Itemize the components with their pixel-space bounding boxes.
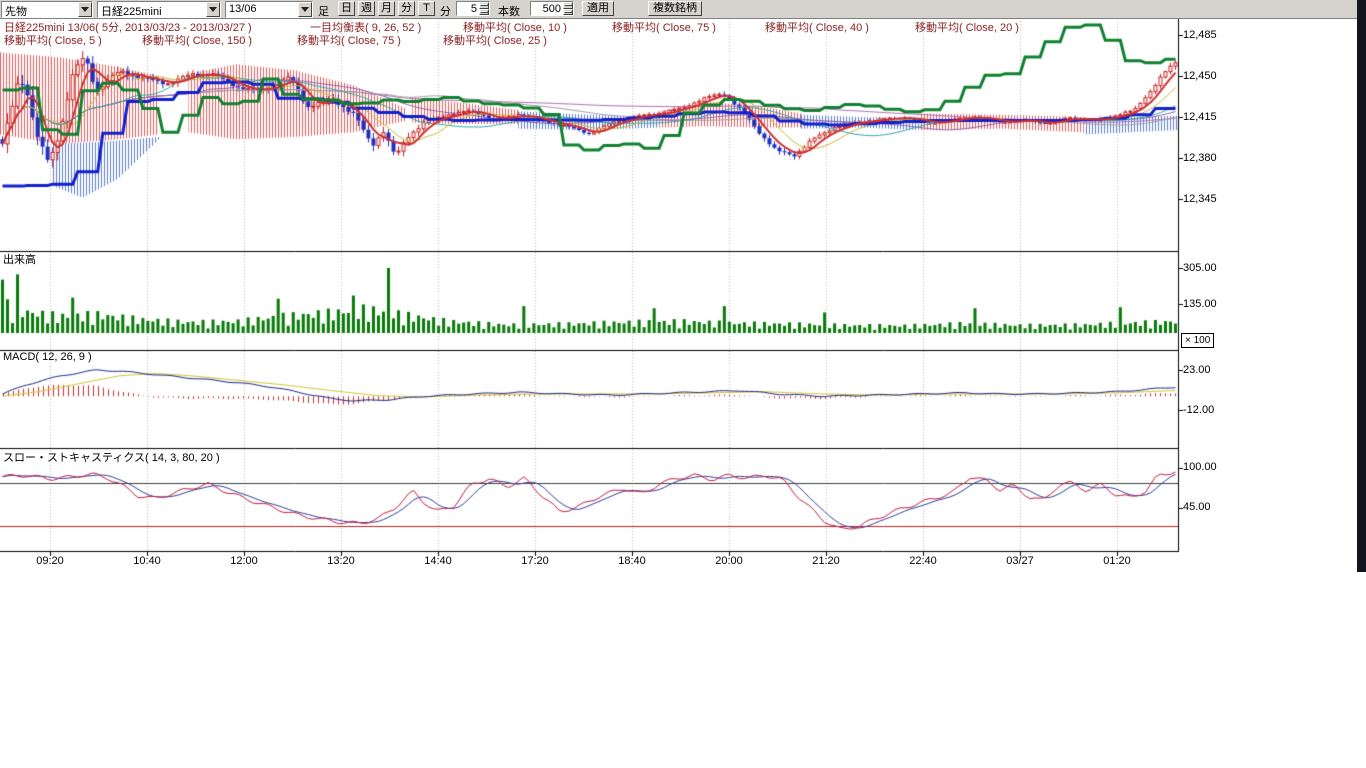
volume-axis-label: 305.00 — [1183, 262, 1217, 274]
price-axis-label: 12,415 — [1183, 111, 1217, 123]
price-axis-label: 12,450 — [1183, 70, 1217, 82]
vertical-scrollbar[interactable] — [1357, 0, 1366, 572]
chevron-down-icon[interactable] — [298, 2, 312, 17]
contract-month-value: 13/06 — [229, 3, 257, 15]
time-axis-label: 14:40 — [418, 555, 458, 567]
bar-count-spinner[interactable]: 500 — [530, 1, 574, 16]
spinner-down-icon[interactable] — [479, 9, 489, 16]
minute-count-value: 5 — [471, 3, 477, 15]
timeframe-month-button[interactable]: 月 — [378, 1, 395, 16]
time-axis-label: 01:20 — [1097, 555, 1137, 567]
volume-multiplier-badge: × 100 — [1181, 333, 1214, 348]
toolbar: 先物 日経225mini 13/06 足 日 週 月 分 T 分 5 本数 50… — [0, 0, 1366, 19]
stoch-axis-label: 45.00 — [1183, 501, 1211, 513]
apply-button[interactable]: 適用 — [582, 1, 614, 16]
time-axis-label: 03/27 — [1000, 555, 1040, 567]
symbol-select[interactable]: 日経225mini — [97, 1, 221, 18]
chevron-down-icon[interactable] — [206, 2, 220, 17]
time-axis-label: 17:20 — [515, 555, 555, 567]
timeframe-minute-button[interactable]: 分 — [398, 1, 415, 16]
ma75-label: 移動平均( Close, 75 ) — [612, 19, 716, 35]
timeframe-label: 足 — [318, 3, 329, 19]
volume-panel-label: 出来高 — [3, 251, 36, 267]
time-axis-label: 09:20 — [30, 555, 70, 567]
bar-count-label: 本数 — [498, 3, 520, 19]
chevron-down-icon[interactable] — [78, 2, 92, 17]
price-axis-label: 12,380 — [1183, 152, 1217, 164]
timeframe-day-button[interactable]: 日 — [338, 1, 355, 16]
app-window: 先物 日経225mini 13/06 足 日 週 月 分 T 分 5 本数 50… — [0, 0, 1366, 768]
ma20-label: 移動平均( Close, 20 ) — [915, 19, 1019, 35]
macd-panel-label: MACD( 12, 26, 9 ) — [3, 351, 92, 363]
volume-axis-label: 135.00 — [1183, 298, 1217, 310]
chart-canvas[interactable] — [0, 18, 1190, 558]
price-axis-label: 12,345 — [1183, 193, 1217, 205]
ma5-label: 移動平均( Close, 5 ) — [4, 32, 102, 48]
instrument-type-value: 先物 — [5, 3, 27, 19]
bar-count-value: 500 — [543, 3, 561, 15]
time-axis-label: 10:40 — [127, 555, 167, 567]
minute-count-spinner[interactable]: 5 — [456, 1, 490, 16]
minute-unit-label: 分 — [440, 3, 451, 19]
ma150-label: 移動平均( Close, 150 ) — [142, 32, 252, 48]
spinner-down-icon[interactable] — [563, 9, 573, 16]
ma25-label: 移動平均( Close, 25 ) — [443, 32, 547, 48]
time-axis-label: 12:00 — [224, 555, 264, 567]
ma75b-label: 移動平均( Close, 75 ) — [297, 32, 401, 48]
symbol-value: 日経225mini — [101, 3, 162, 19]
time-axis-label: 22:40 — [903, 555, 943, 567]
timeframe-tick-button[interactable]: T — [418, 1, 435, 16]
instrument-type-select[interactable]: 先物 — [1, 1, 93, 18]
stoch-axis-label: 100.00 — [1183, 461, 1217, 473]
time-axis-label: 18:40 — [612, 555, 652, 567]
multi-symbol-button[interactable]: 複数銘柄 — [648, 1, 702, 16]
time-axis-label: 21:20 — [806, 555, 846, 567]
contract-month-select[interactable]: 13/06 — [225, 1, 313, 18]
time-axis-label: 20:00 — [709, 555, 749, 567]
macd-axis-label: 23.00 — [1183, 364, 1211, 376]
stochastics-panel-label: スロー・ストキャスティクス( 14, 3, 80, 20 ) — [3, 449, 220, 465]
price-axis-label: 12,485 — [1183, 29, 1217, 41]
macd-axis-label: -12.00 — [1183, 404, 1214, 416]
timeframe-week-button[interactable]: 週 — [358, 1, 375, 16]
time-axis-label: 13:20 — [321, 555, 361, 567]
ma40-label: 移動平均( Close, 40 ) — [765, 19, 869, 35]
